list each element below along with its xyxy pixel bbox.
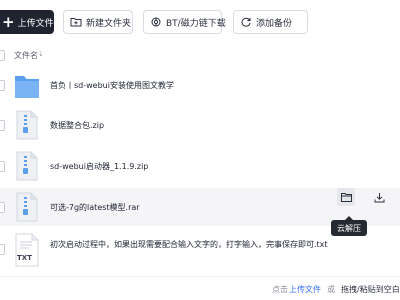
list-item[interactable]: TXT 初次启动过程中，如果出现需要配合输入文字的，打字输入，完事保存即可.tx… xyxy=(0,230,400,272)
folder-icon xyxy=(15,76,39,98)
upload-file-label: 上传文件 xyxy=(17,18,54,29)
sort-arrow-icon[interactable]: ⇣ xyxy=(38,50,44,58)
footer-upload-link[interactable]: 上传文件 xyxy=(289,284,321,295)
row-checkbox[interactable] xyxy=(0,202,5,213)
list-item[interactable]: 首负丨sd-webui安装使用图文教学 xyxy=(0,66,400,104)
add-backup-button[interactable]: 添加备份 xyxy=(233,10,308,34)
download-button[interactable] xyxy=(370,188,388,206)
row-checkbox[interactable] xyxy=(0,244,5,255)
txt-icon-label: TXT xyxy=(17,254,32,262)
bt-magnet-download-button[interactable]: BT/磁力链下载 xyxy=(143,10,226,34)
upload-file-button[interactable]: + 上传文件 xyxy=(0,10,54,34)
row-checkbox[interactable] xyxy=(0,120,5,131)
upload-hint-footer: 点击 上传文件 或 拖拽/粘贴到空白 xyxy=(0,276,400,300)
row-checkbox[interactable] xyxy=(0,80,5,91)
select-all-checkbox[interactable] xyxy=(0,50,5,61)
plus-icon: + xyxy=(2,12,15,31)
file-name[interactable]: 数据整合包.zip xyxy=(50,120,104,131)
zip-file-icon xyxy=(16,110,38,140)
cloud-extract-button[interactable] xyxy=(337,188,355,206)
toolbar: + 上传文件 新建文件夹 BT/磁力链下载 添加备份 xyxy=(0,0,400,46)
zip-file-icon xyxy=(16,151,38,181)
file-list-header: 文件名 ⇣ xyxy=(0,46,400,66)
file-name[interactable]: sd-webui启动器_1.1.9.zip xyxy=(50,161,148,172)
column-name-header[interactable]: 文件名 xyxy=(14,50,38,61)
folder-outline-icon xyxy=(340,192,352,202)
list-item[interactable]: 数据整合包.zip xyxy=(0,106,400,144)
footer-or-text: 或 xyxy=(327,285,335,294)
magnet-icon xyxy=(151,17,161,27)
download-icon xyxy=(374,192,384,202)
add-backup-label: 添加备份 xyxy=(256,18,293,29)
footer-click-text: 点击 xyxy=(272,285,288,294)
row-checkbox[interactable] xyxy=(0,161,5,172)
bt-magnet-download-label: BT/磁力链下载 xyxy=(166,18,226,29)
new-folder-icon xyxy=(70,18,82,27)
cloud-extract-tooltip: 云解压 xyxy=(331,216,367,236)
backup-icon xyxy=(241,17,251,27)
file-name[interactable]: 初次启动过程中，如果出现需要配合输入文字的，打字输入，完事保存即可.txt xyxy=(50,239,328,250)
zip-file-icon xyxy=(16,192,38,222)
footer-drag-paste-text: 拖拽/粘贴到空白 xyxy=(341,285,400,294)
new-folder-button[interactable]: 新建文件夹 xyxy=(63,10,133,34)
new-folder-label: 新建文件夹 xyxy=(86,18,132,29)
file-name[interactable]: 首负丨sd-webui安装使用图文教学 xyxy=(50,80,174,91)
list-item[interactable]: sd-webui启动器_1.1.9.zip xyxy=(0,147,400,185)
file-name[interactable]: 可选-7g的latest模型.rar xyxy=(50,202,140,213)
